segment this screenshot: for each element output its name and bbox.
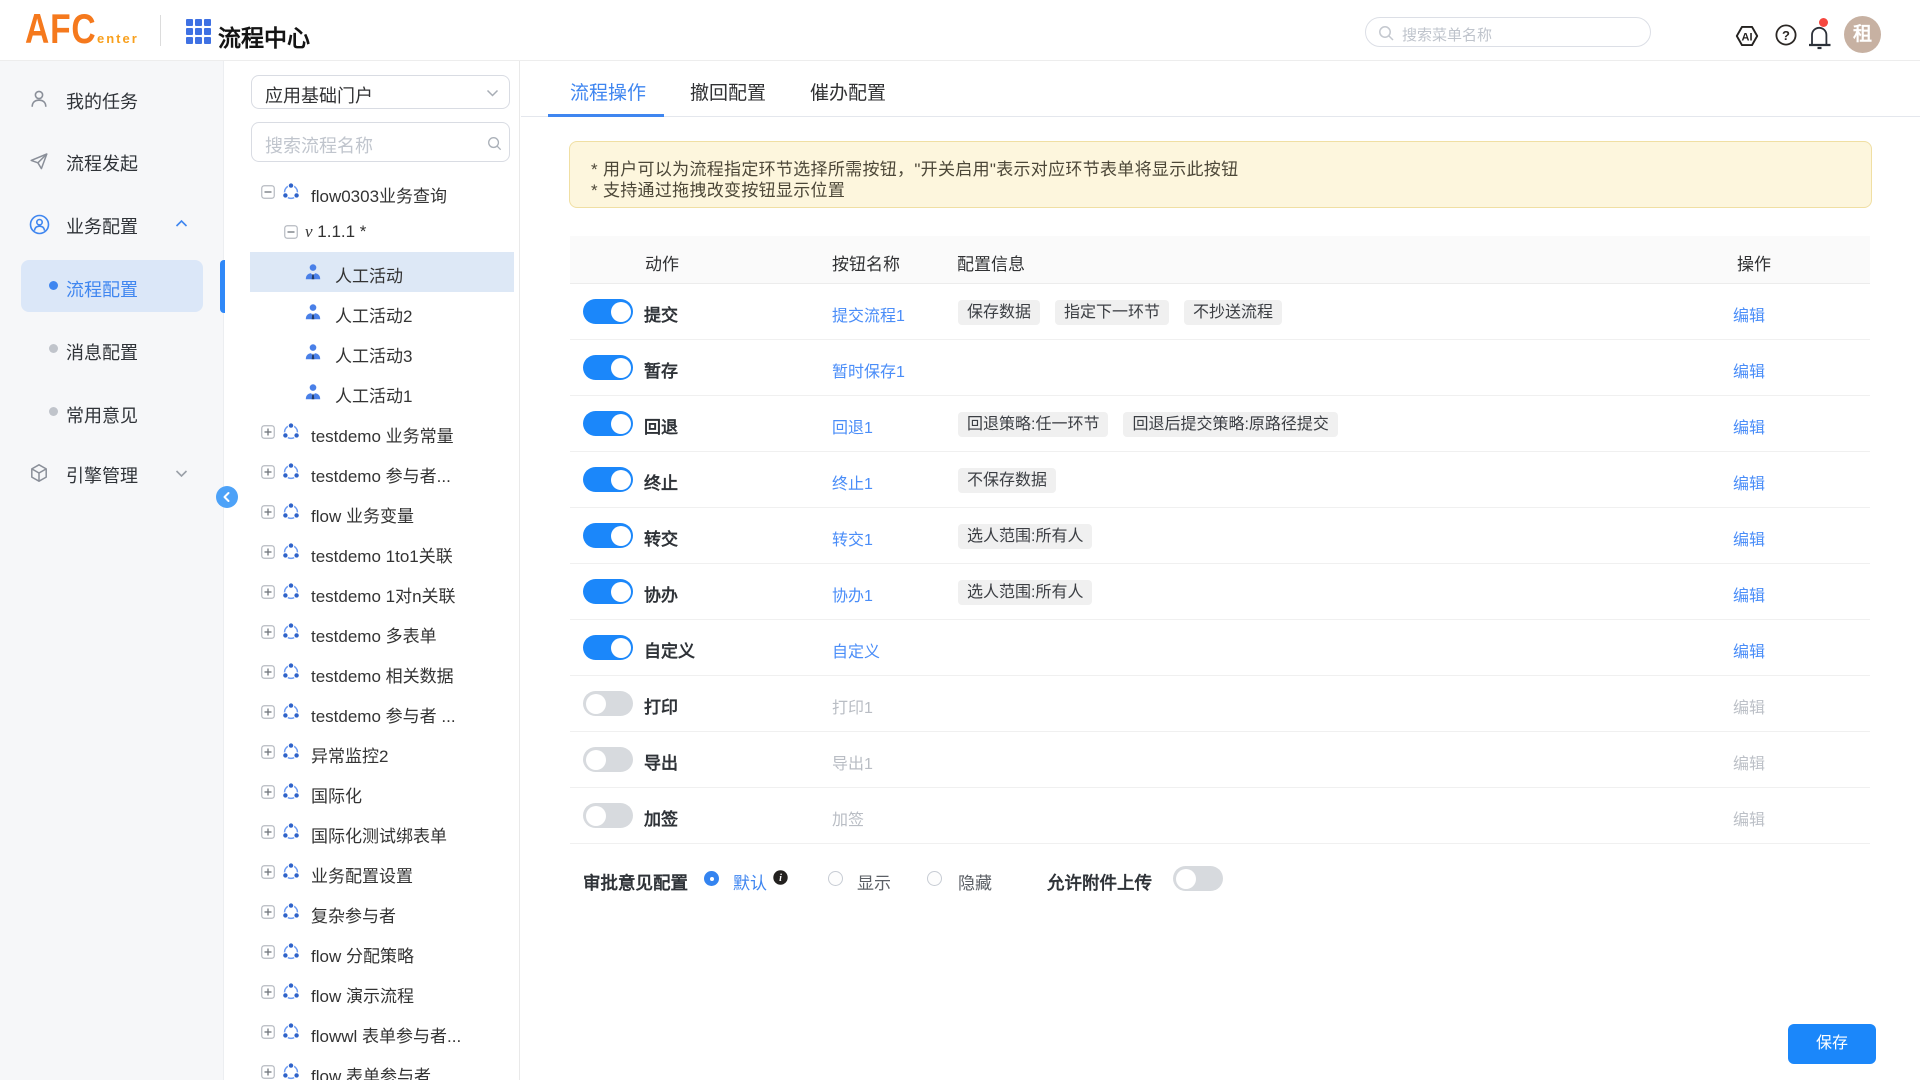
svg-text:?: ? xyxy=(1782,28,1790,43)
svg-text:AI: AI xyxy=(1742,31,1753,43)
svg-text:i: i xyxy=(779,873,782,884)
